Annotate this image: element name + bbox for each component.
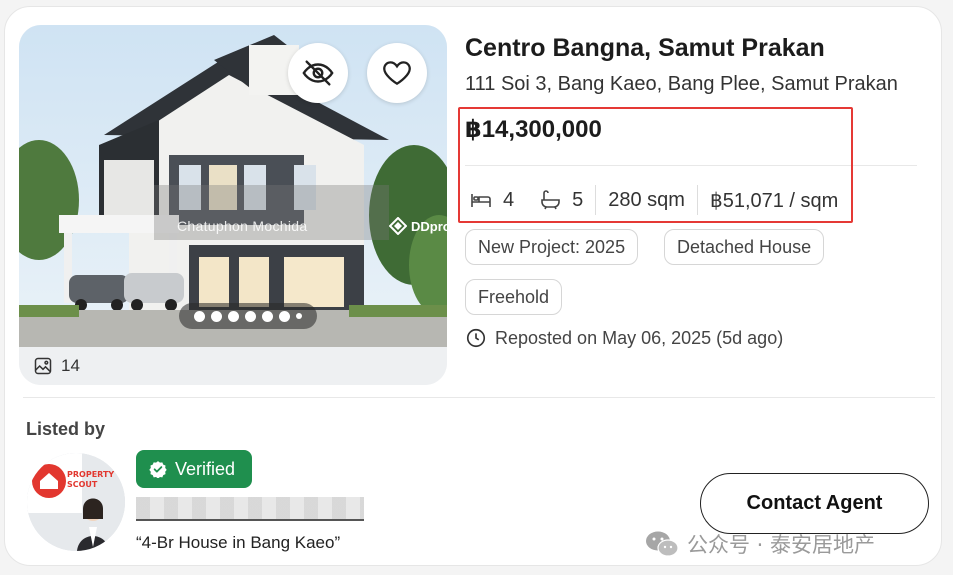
listing-photo[interactable]: Chatuphon Mochida DDproj 14 <box>19 25 447 385</box>
price-highlight-box <box>458 107 853 223</box>
reposted-info: Reposted on May 06, 2025 (5d ago) <box>465 327 783 349</box>
listing-title[interactable]: Centro Bangna, Samut Prakan <box>465 34 825 63</box>
photo-carousel-dots[interactable] <box>179 303 317 329</box>
listing-card[interactable]: Chatuphon Mochida DDproj 14 Centro Bangn… <box>4 6 942 566</box>
section-divider <box>23 397 935 398</box>
agent-photo: PROPERTY SCOUT <box>27 453 125 551</box>
listing-address: 111 Soi 3, Bang Kaeo, Bang Plee, Samut P… <box>465 73 898 95</box>
heart-icon <box>383 61 411 85</box>
carousel-dot[interactable] <box>211 310 222 322</box>
photo-count-label: 14 <box>61 356 80 375</box>
verified-badge: Verified <box>136 450 252 488</box>
reposted-text: Reposted on May 06, 2025 (5d ago) <box>495 327 784 348</box>
favorite-button[interactable] <box>367 43 427 103</box>
carousel-dot[interactable] <box>194 310 205 322</box>
photo-count[interactable]: 14 <box>19 347 447 385</box>
clock-icon <box>466 328 486 348</box>
contact-agent-button[interactable]: Contact Agent <box>700 473 929 534</box>
tag-new-project: New Project: 2025 <box>465 229 639 265</box>
listing-quote: “4-Br House in Bang Kaeo” <box>136 533 341 552</box>
hide-listing-button[interactable] <box>288 43 348 103</box>
brand-mark: DDproj <box>389 217 447 235</box>
listed-by-label: Listed by <box>26 419 106 439</box>
verified-check-icon <box>149 461 167 478</box>
hide-icon <box>302 60 334 86</box>
wechat-watermark: 公众号 · 泰安居地产 <box>645 529 875 559</box>
agent-name-underline <box>136 519 364 521</box>
wechat-watermark-text: 公众号 · 泰安居地产 <box>687 533 876 557</box>
svg-text:SCOUT: SCOUT <box>67 480 98 489</box>
carousel-dot[interactable] <box>262 310 273 322</box>
carousel-dot[interactable] <box>296 313 302 319</box>
wechat-icon <box>646 531 679 557</box>
verified-label: Verified <box>175 458 236 479</box>
svg-text:PROPERTY: PROPERTY <box>67 470 114 479</box>
photo-watermark: Chatuphon Mochida <box>177 218 308 234</box>
brand-logo-icon <box>389 217 407 235</box>
carousel-dot[interactable] <box>245 310 256 322</box>
tag-tenure: Freehold <box>465 279 563 315</box>
gallery-icon <box>34 357 52 375</box>
carousel-dot[interactable] <box>228 310 239 322</box>
carousel-dot[interactable] <box>279 310 290 322</box>
agent-avatar[interactable]: PROPERTY SCOUT <box>27 453 125 551</box>
agent-name-redacted <box>136 497 364 521</box>
brand-mark-text: DDproj <box>411 218 447 234</box>
tag-property-type: Detached House <box>664 229 825 265</box>
